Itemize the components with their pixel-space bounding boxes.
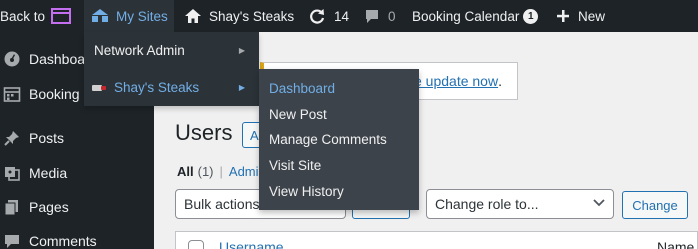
window-icon <box>51 8 72 24</box>
filter-all[interactable]: All <box>177 164 194 179</box>
comment-icon <box>2 231 22 249</box>
admin-bar: Back to My Sites Shay's Steaks 14 0 Book… <box>0 0 698 32</box>
site-name-link[interactable]: Shay's Steaks <box>184 0 294 32</box>
network-admin-item[interactable]: Network Admin ▶ <box>84 32 259 69</box>
submenu-item-dashboard[interactable]: Dashboard <box>259 76 419 102</box>
sidebar-item-pages[interactable]: Pages <box>0 190 154 224</box>
sidebar-label-booking: Booking <box>29 86 80 102</box>
plus-icon <box>557 10 569 22</box>
page-title: Users <box>175 120 233 145</box>
filter-separator: | <box>219 164 223 179</box>
change-role-select[interactable]: Change role to... <box>426 189 614 219</box>
new-label: New <box>578 8 606 24</box>
comments-link[interactable]: 0 <box>364 0 396 32</box>
users-table-header: Username Name <box>175 231 698 249</box>
submenu-arrow-icon: ▶ <box>238 83 245 92</box>
sidebar-item-posts[interactable]: Posts <box>0 121 154 155</box>
booking-calendar-link[interactable]: Booking Calendar 1 <box>412 0 539 32</box>
site-item-label: Shay's Steaks <box>114 80 200 95</box>
site-favicon-icon <box>92 82 106 93</box>
select-all-checkbox[interactable] <box>188 240 204 249</box>
update-now-link[interactable]: e update now <box>414 73 498 89</box>
change-role-button[interactable]: Change <box>622 191 688 219</box>
site-item-shays-steaks[interactable]: Shay's Steaks ▶ <box>84 69 259 106</box>
new-content-link[interactable]: New <box>556 0 605 32</box>
comment-bubble-icon <box>366 10 378 23</box>
my-sites-menu[interactable]: My Sites <box>84 0 174 32</box>
home-icon <box>185 9 201 23</box>
chevron-down-icon <box>593 198 605 210</box>
sidebar-label-pages: Pages <box>29 199 69 215</box>
calendar-icon <box>2 84 22 104</box>
booking-calendar-label: Booking Calendar <box>412 8 520 24</box>
back-to-network-link[interactable]: Back to <box>0 0 72 32</box>
my-sites-dropdown: Network Admin ▶ Shay's Steaks ▶ <box>84 32 259 106</box>
booking-badge: 1 <box>523 8 539 24</box>
media-icon <box>2 163 22 183</box>
notice-suffix: . <box>498 73 502 89</box>
column-name: Name <box>657 239 695 249</box>
comments-count: 0 <box>388 8 396 24</box>
sidebar-item-media[interactable]: Media <box>0 156 154 190</box>
updates-icon <box>310 9 325 24</box>
pages-icon <box>2 197 22 217</box>
submenu-item-visit-site[interactable]: Visit Site <box>259 153 419 179</box>
pin-icon <box>2 128 22 148</box>
column-username[interactable]: Username <box>219 239 284 249</box>
my-sites-label: My Sites <box>116 8 168 24</box>
sidebar-label-dashboard: Dashboa <box>29 51 86 67</box>
submenu-item-manage-comments[interactable]: Manage Comments <box>259 127 419 153</box>
submenu-item-new-post[interactable]: New Post <box>259 102 419 128</box>
filter-all-count: (1) <box>197 164 214 179</box>
site-name-label: Shay's Steaks <box>209 8 295 24</box>
updates-link[interactable]: 14 <box>308 0 349 32</box>
change-role-value: Change role to... <box>435 196 539 212</box>
network-admin-label: Network Admin <box>94 43 185 58</box>
updates-count: 14 <box>334 8 350 24</box>
site-submenu: Dashboard New Post Manage Comments Visit… <box>259 69 419 210</box>
user-role-filters: All (1) | Admi <box>177 164 259 179</box>
bulk-actions-value: Bulk actions <box>184 196 260 212</box>
filter-administrator[interactable]: Admi <box>229 164 259 179</box>
submenu-item-view-history[interactable]: View History <box>259 178 419 204</box>
submenu-arrow-icon: ▶ <box>238 46 245 55</box>
sidebar-label-comments: Comments <box>29 233 97 249</box>
dashboard-icon <box>2 49 22 69</box>
back-to-label: Back to <box>0 8 46 24</box>
sidebar-item-comments[interactable]: Comments <box>0 224 154 249</box>
sidebar-label-media: Media <box>29 165 68 181</box>
my-sites-icon <box>92 9 108 22</box>
sidebar-label-posts: Posts <box>29 130 65 146</box>
